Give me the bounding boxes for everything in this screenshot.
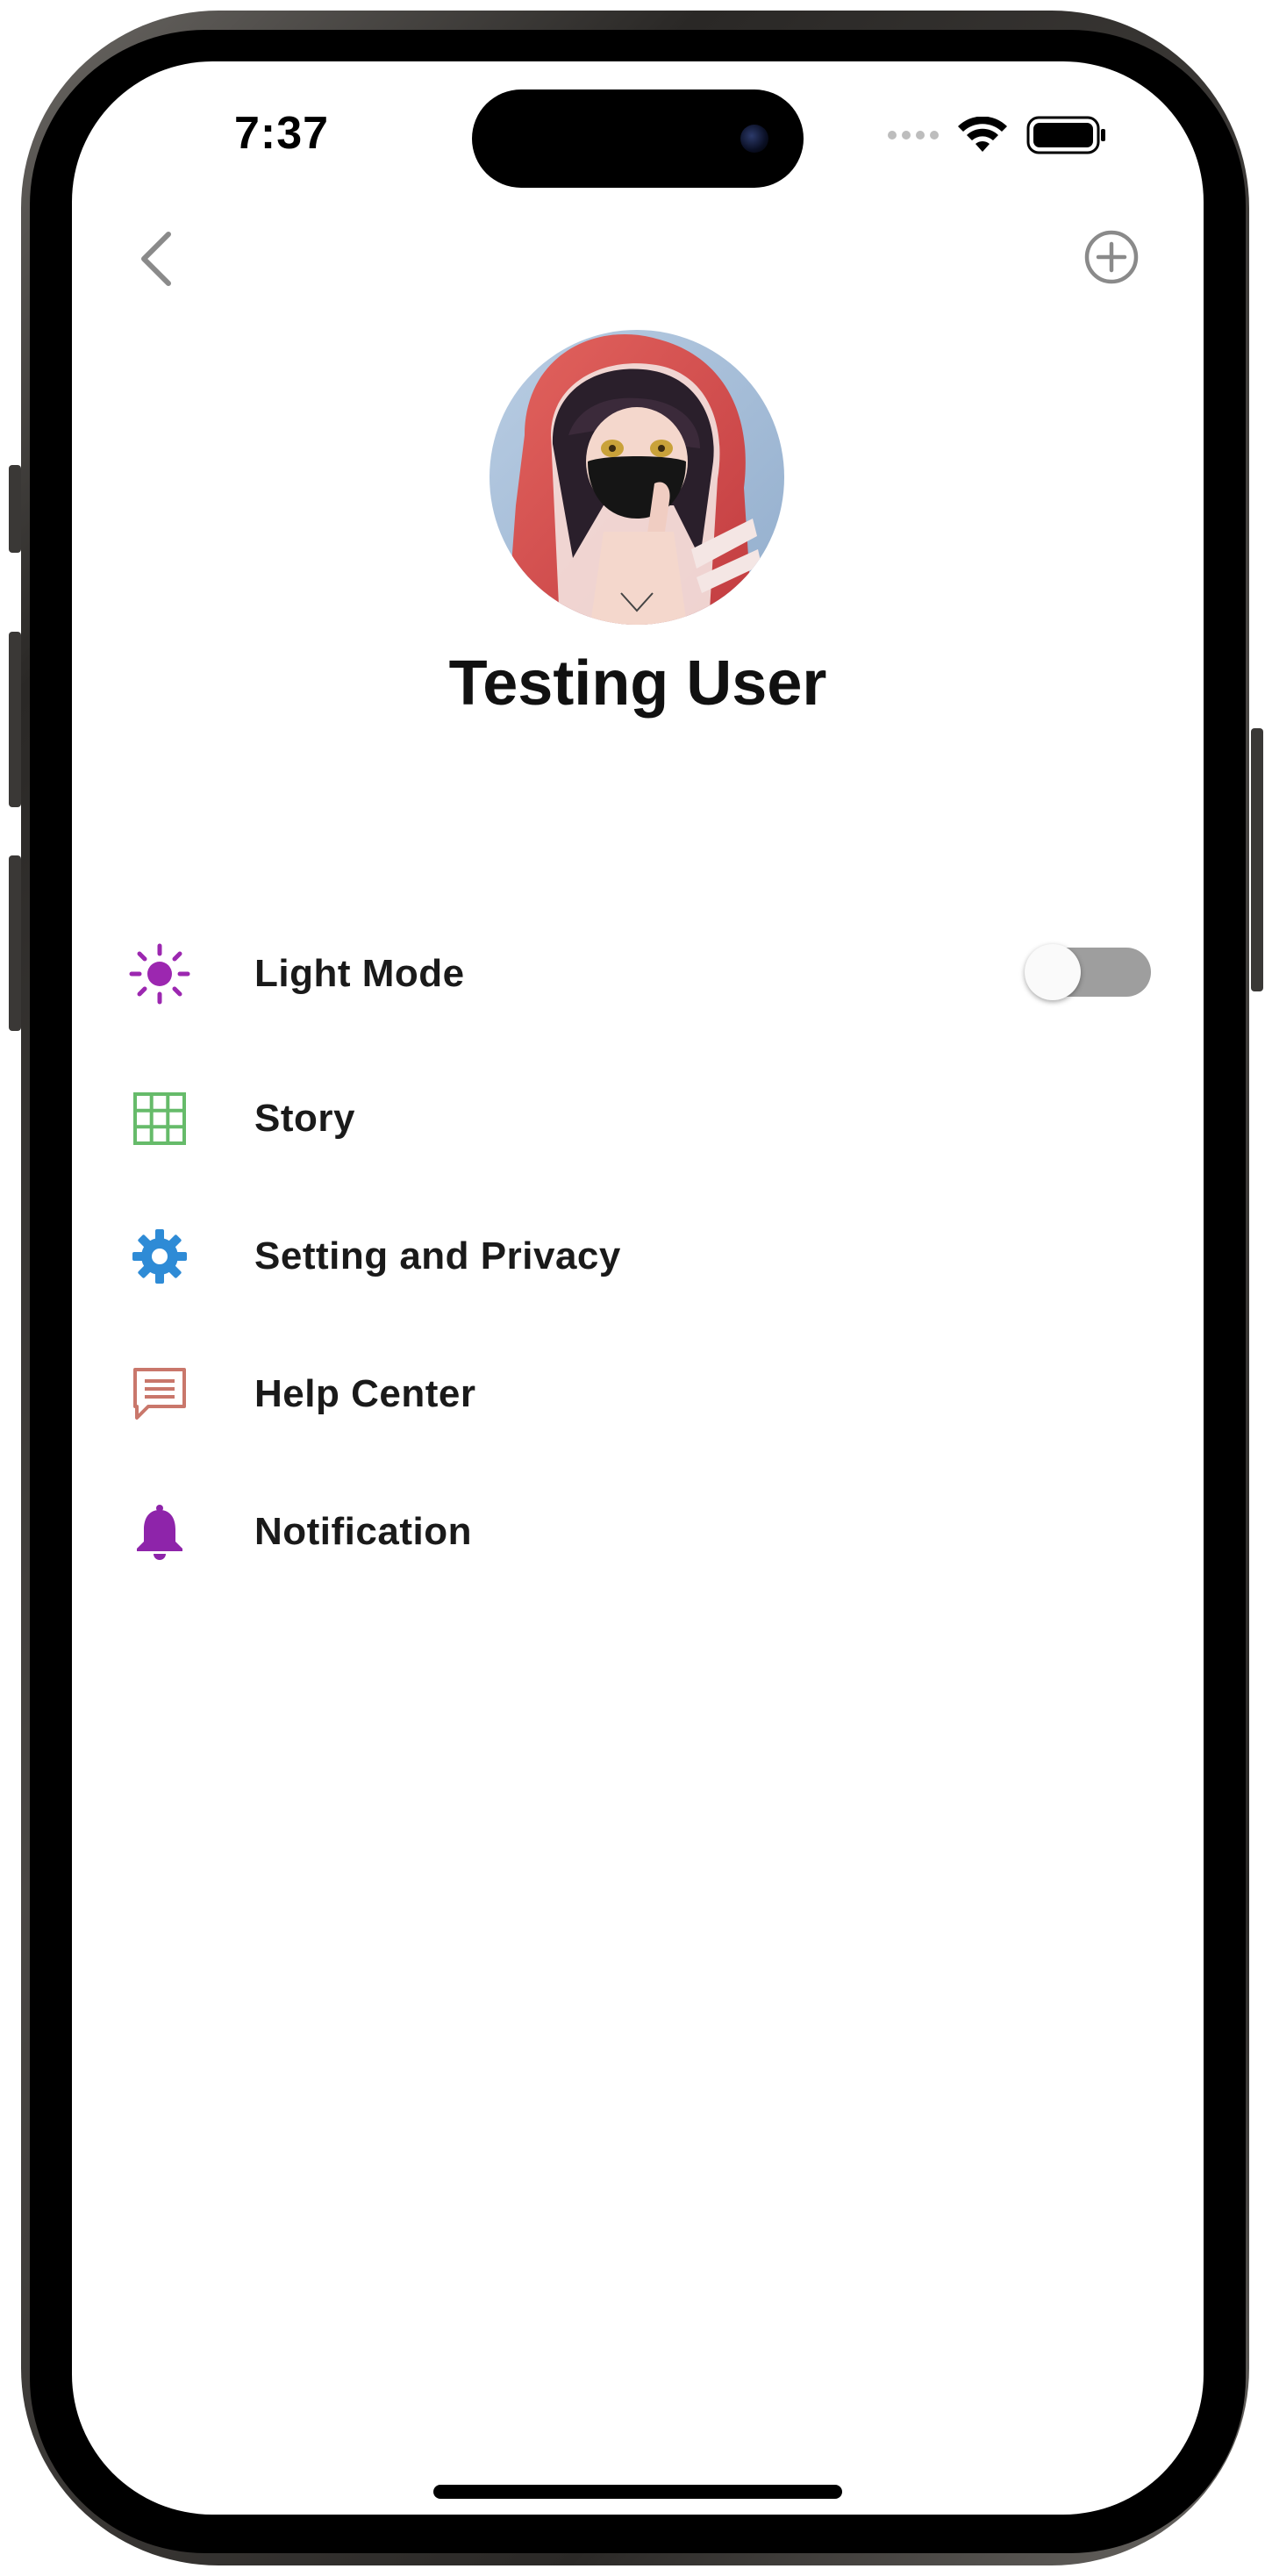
front-camera <box>740 125 768 153</box>
gear-icon <box>125 1221 195 1292</box>
status-indicators <box>888 116 1107 154</box>
menu-item-light-mode[interactable]: Light Mode <box>125 921 1151 1027</box>
profile-name: Testing User <box>448 648 827 719</box>
toggle-knob <box>1025 944 1081 1000</box>
chat-icon <box>125 1359 195 1429</box>
menu-item-label: Light Mode <box>254 952 465 995</box>
home-indicator[interactable] <box>433 2485 842 2499</box>
avatar-image <box>490 330 784 625</box>
bell-icon <box>125 1497 195 1567</box>
grid-icon <box>125 1084 195 1154</box>
menu-item-label: Help Center <box>254 1372 476 1415</box>
battery-icon <box>1026 116 1105 154</box>
menu-item-label: Story <box>254 1097 355 1140</box>
menu-item-notification[interactable]: Notification <box>125 1479 1151 1585</box>
back-button[interactable] <box>130 219 182 298</box>
menu-item-label: Notification <box>254 1510 472 1553</box>
plus-circle-icon <box>1084 230 1139 284</box>
menu-item-story[interactable]: Story <box>125 1066 1151 1171</box>
sun-icon <box>125 939 195 1009</box>
power-button <box>1251 728 1263 991</box>
action-button <box>9 465 21 553</box>
menu-item-help-center[interactable]: Help Center <box>125 1342 1151 1447</box>
volume-up-button <box>9 632 21 807</box>
avatar[interactable] <box>490 330 784 625</box>
screen: 7:37 Testing User Light Mode Story Setti… <box>72 61 1204 2515</box>
status-time: 7:37 <box>234 108 330 159</box>
cellular-signal-icon <box>888 131 939 140</box>
chevron-left-icon <box>141 232 171 286</box>
add-button[interactable] <box>1072 218 1151 297</box>
dynamic-island <box>472 89 804 188</box>
light-mode-toggle[interactable] <box>1025 944 1151 1000</box>
menu-item-setting-and-privacy[interactable]: Setting and Privacy <box>125 1204 1151 1309</box>
wifi-icon <box>958 117 1007 152</box>
volume-down-button <box>9 855 21 1031</box>
menu-item-label: Setting and Privacy <box>254 1234 621 1277</box>
